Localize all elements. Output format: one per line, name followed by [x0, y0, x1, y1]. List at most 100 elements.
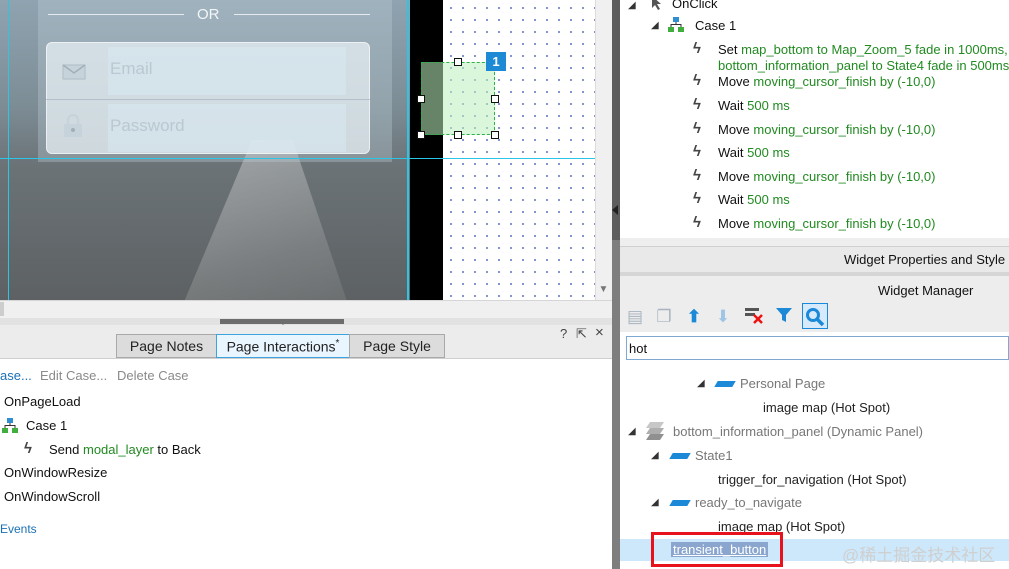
tree-item-image-map[interactable]: image map (Hot Spot) — [763, 400, 890, 415]
resize-handle[interactable] — [454, 131, 462, 139]
case-1-label[interactable]: Case 1 — [26, 418, 67, 433]
event-onwindowscroll[interactable]: OnWindowScroll — [4, 489, 100, 504]
action-row[interactable]: Wait 500 ms — [718, 98, 790, 113]
guide-line-vertical[interactable] — [407, 0, 409, 300]
edit-case-link[interactable]: Edit Case... — [40, 368, 107, 383]
resize-handle[interactable] — [417, 95, 425, 103]
resize-handle[interactable] — [491, 131, 499, 139]
case-tree-icon — [668, 17, 684, 36]
widget-filter-input[interactable]: hot — [626, 336, 1009, 360]
lightning-icon: ϟ — [693, 167, 701, 184]
help-icon[interactable]: ? — [560, 326, 567, 341]
action-row[interactable]: Set map_bottom to Map_Zoom_5 fade in 100… — [718, 42, 1008, 57]
lightning-icon: ϟ — [693, 120, 701, 137]
or-label: OR — [197, 6, 220, 23]
lightning-icon: ϟ — [693, 214, 701, 231]
password-field[interactable]: Password — [108, 104, 346, 152]
lightning-icon: ϟ — [693, 40, 701, 57]
collapse-left-arrow-icon[interactable] — [612, 205, 618, 215]
action-verb: Wait — [718, 98, 748, 113]
action-verb: Move — [718, 74, 754, 89]
event-onclick[interactable]: OnClick — [672, 0, 718, 11]
event-onpageload[interactable]: OnPageLoad — [4, 394, 81, 409]
pin-icon[interactable]: ⇱ — [576, 326, 587, 342]
action-target: map_bottom to Map_Zoom_5 fade in 1000ms, — [741, 42, 1008, 57]
action-target: 500 ms — [747, 98, 790, 113]
event-onwindowresize[interactable]: OnWindowResize — [4, 465, 107, 480]
tree-item-ready-to-navigate[interactable]: ready_to_navigate — [695, 495, 802, 510]
collapse-triangle-icon[interactable]: ◢ — [651, 20, 659, 31]
case-1-label[interactable]: Case 1 — [695, 18, 736, 33]
action-row[interactable]: Move moving_cursor_finish by (-10,0) — [718, 122, 935, 137]
action-row[interactable]: Move moving_cursor_finish by (-10,0) — [718, 169, 935, 184]
tab-page-interactions[interactable]: Page Interactions* — [216, 334, 350, 358]
collapse-triangle-icon[interactable]: ◢ — [651, 497, 659, 508]
resize-handle[interactable] — [454, 58, 462, 66]
action-row[interactable]: Wait 500 ms — [718, 192, 790, 207]
selected-hotspot-widget[interactable] — [421, 62, 495, 135]
filter-icon[interactable] — [773, 306, 795, 328]
tab-label: Page Style — [363, 338, 431, 354]
duplicate-icon[interactable]: ❐ — [653, 306, 675, 328]
send-to-back-action[interactable]: Send modal_layer to Back — [49, 442, 201, 457]
interaction-count-badge: 1 — [486, 52, 506, 71]
dynamic-panel-icon — [644, 421, 666, 444]
tab-page-style[interactable]: Page Style — [349, 334, 445, 358]
tab-label: Page Notes — [129, 338, 204, 354]
collapse-triangle-icon[interactable]: ◢ — [697, 378, 705, 389]
resize-handle[interactable] — [417, 131, 425, 139]
delete-case-link[interactable]: Delete Case — [117, 368, 189, 383]
move-up-icon[interactable]: ⬆ — [683, 306, 705, 328]
action-verb: Wait — [718, 192, 748, 207]
more-events-link[interactable]: Events — [0, 522, 37, 536]
delete-widget-icon[interactable] — [743, 306, 765, 328]
action-target: modal_layer — [82, 442, 154, 457]
highlight-box — [651, 532, 783, 567]
tree-item-bottom-information-panel[interactable]: bottom_information_panel (Dynamic Panel) — [673, 424, 923, 439]
action-row[interactable]: Move moving_cursor_finish by (-10,0) — [718, 216, 935, 231]
tab-page-notes[interactable]: Page Notes — [116, 334, 217, 358]
state-icon — [669, 500, 691, 506]
action-row[interactable]: Wait 500 ms — [718, 145, 790, 160]
or-divider-right — [234, 14, 370, 15]
search-icon[interactable] — [802, 303, 828, 329]
action-target: moving_cursor_finish by (-10,0) — [753, 169, 936, 184]
tree-item-trigger-for-navigation[interactable]: trigger_for_navigation (Hot Spot) — [718, 472, 907, 487]
add-folder-icon[interactable]: ▤ — [624, 306, 646, 328]
collapse-triangle-icon[interactable]: ◢ — [628, 426, 636, 437]
action-target: moving_cursor_finish by (-10,0) — [753, 216, 936, 231]
mail-icon — [62, 64, 86, 83]
guide-line-horizontal[interactable] — [0, 158, 595, 159]
tree-item-personal-page[interactable]: Personal Page — [740, 376, 825, 391]
vertical-splitter-top[interactable] — [612, 0, 620, 240]
lightning-icon: ϟ — [24, 440, 32, 457]
widget-properties-title: Widget Properties and Style — [844, 252, 1006, 267]
collapse-triangle-icon[interactable]: ◢ — [651, 450, 659, 461]
interactions-scrollbar[interactable] — [620, 238, 1009, 246]
close-icon[interactable]: × — [595, 324, 604, 341]
road-image — [168, 140, 360, 300]
resize-handle[interactable] — [491, 95, 499, 103]
case-tree-icon — [2, 418, 18, 437]
scroll-down-arrow-icon[interactable]: ▼ — [595, 281, 612, 298]
action-row-continued[interactable]: bottom_information_panel to State4 fade … — [718, 58, 1009, 73]
watermark: @稀土掘金技术社区 — [842, 546, 996, 565]
tree-item-state1[interactable]: State1 — [695, 448, 733, 463]
action-verb: Send — [49, 442, 83, 457]
lock-icon — [63, 113, 83, 141]
grid-area — [443, 0, 595, 300]
modified-marker: * — [335, 338, 340, 349]
email-field[interactable]: Email — [108, 47, 346, 95]
canvas-vertical-scrollbar[interactable] — [595, 0, 612, 300]
add-case-link[interactable]: ase... — [0, 368, 32, 383]
action-suffix: to Back — [153, 442, 201, 457]
move-down-icon[interactable]: ⬇ — [712, 306, 734, 328]
action-row[interactable]: Move moving_cursor_finish by (-10,0) — [718, 74, 935, 89]
canvas-horizontal-scrollbar[interactable] — [0, 300, 612, 318]
lightning-icon: ϟ — [693, 72, 701, 89]
guide-line-vertical[interactable] — [8, 0, 9, 300]
scrollbar-thumb[interactable] — [0, 302, 4, 316]
action-verb: Move — [718, 169, 754, 184]
collapse-triangle-icon[interactable]: ◢ — [628, 0, 636, 11]
action-verb: Set — [718, 42, 742, 57]
